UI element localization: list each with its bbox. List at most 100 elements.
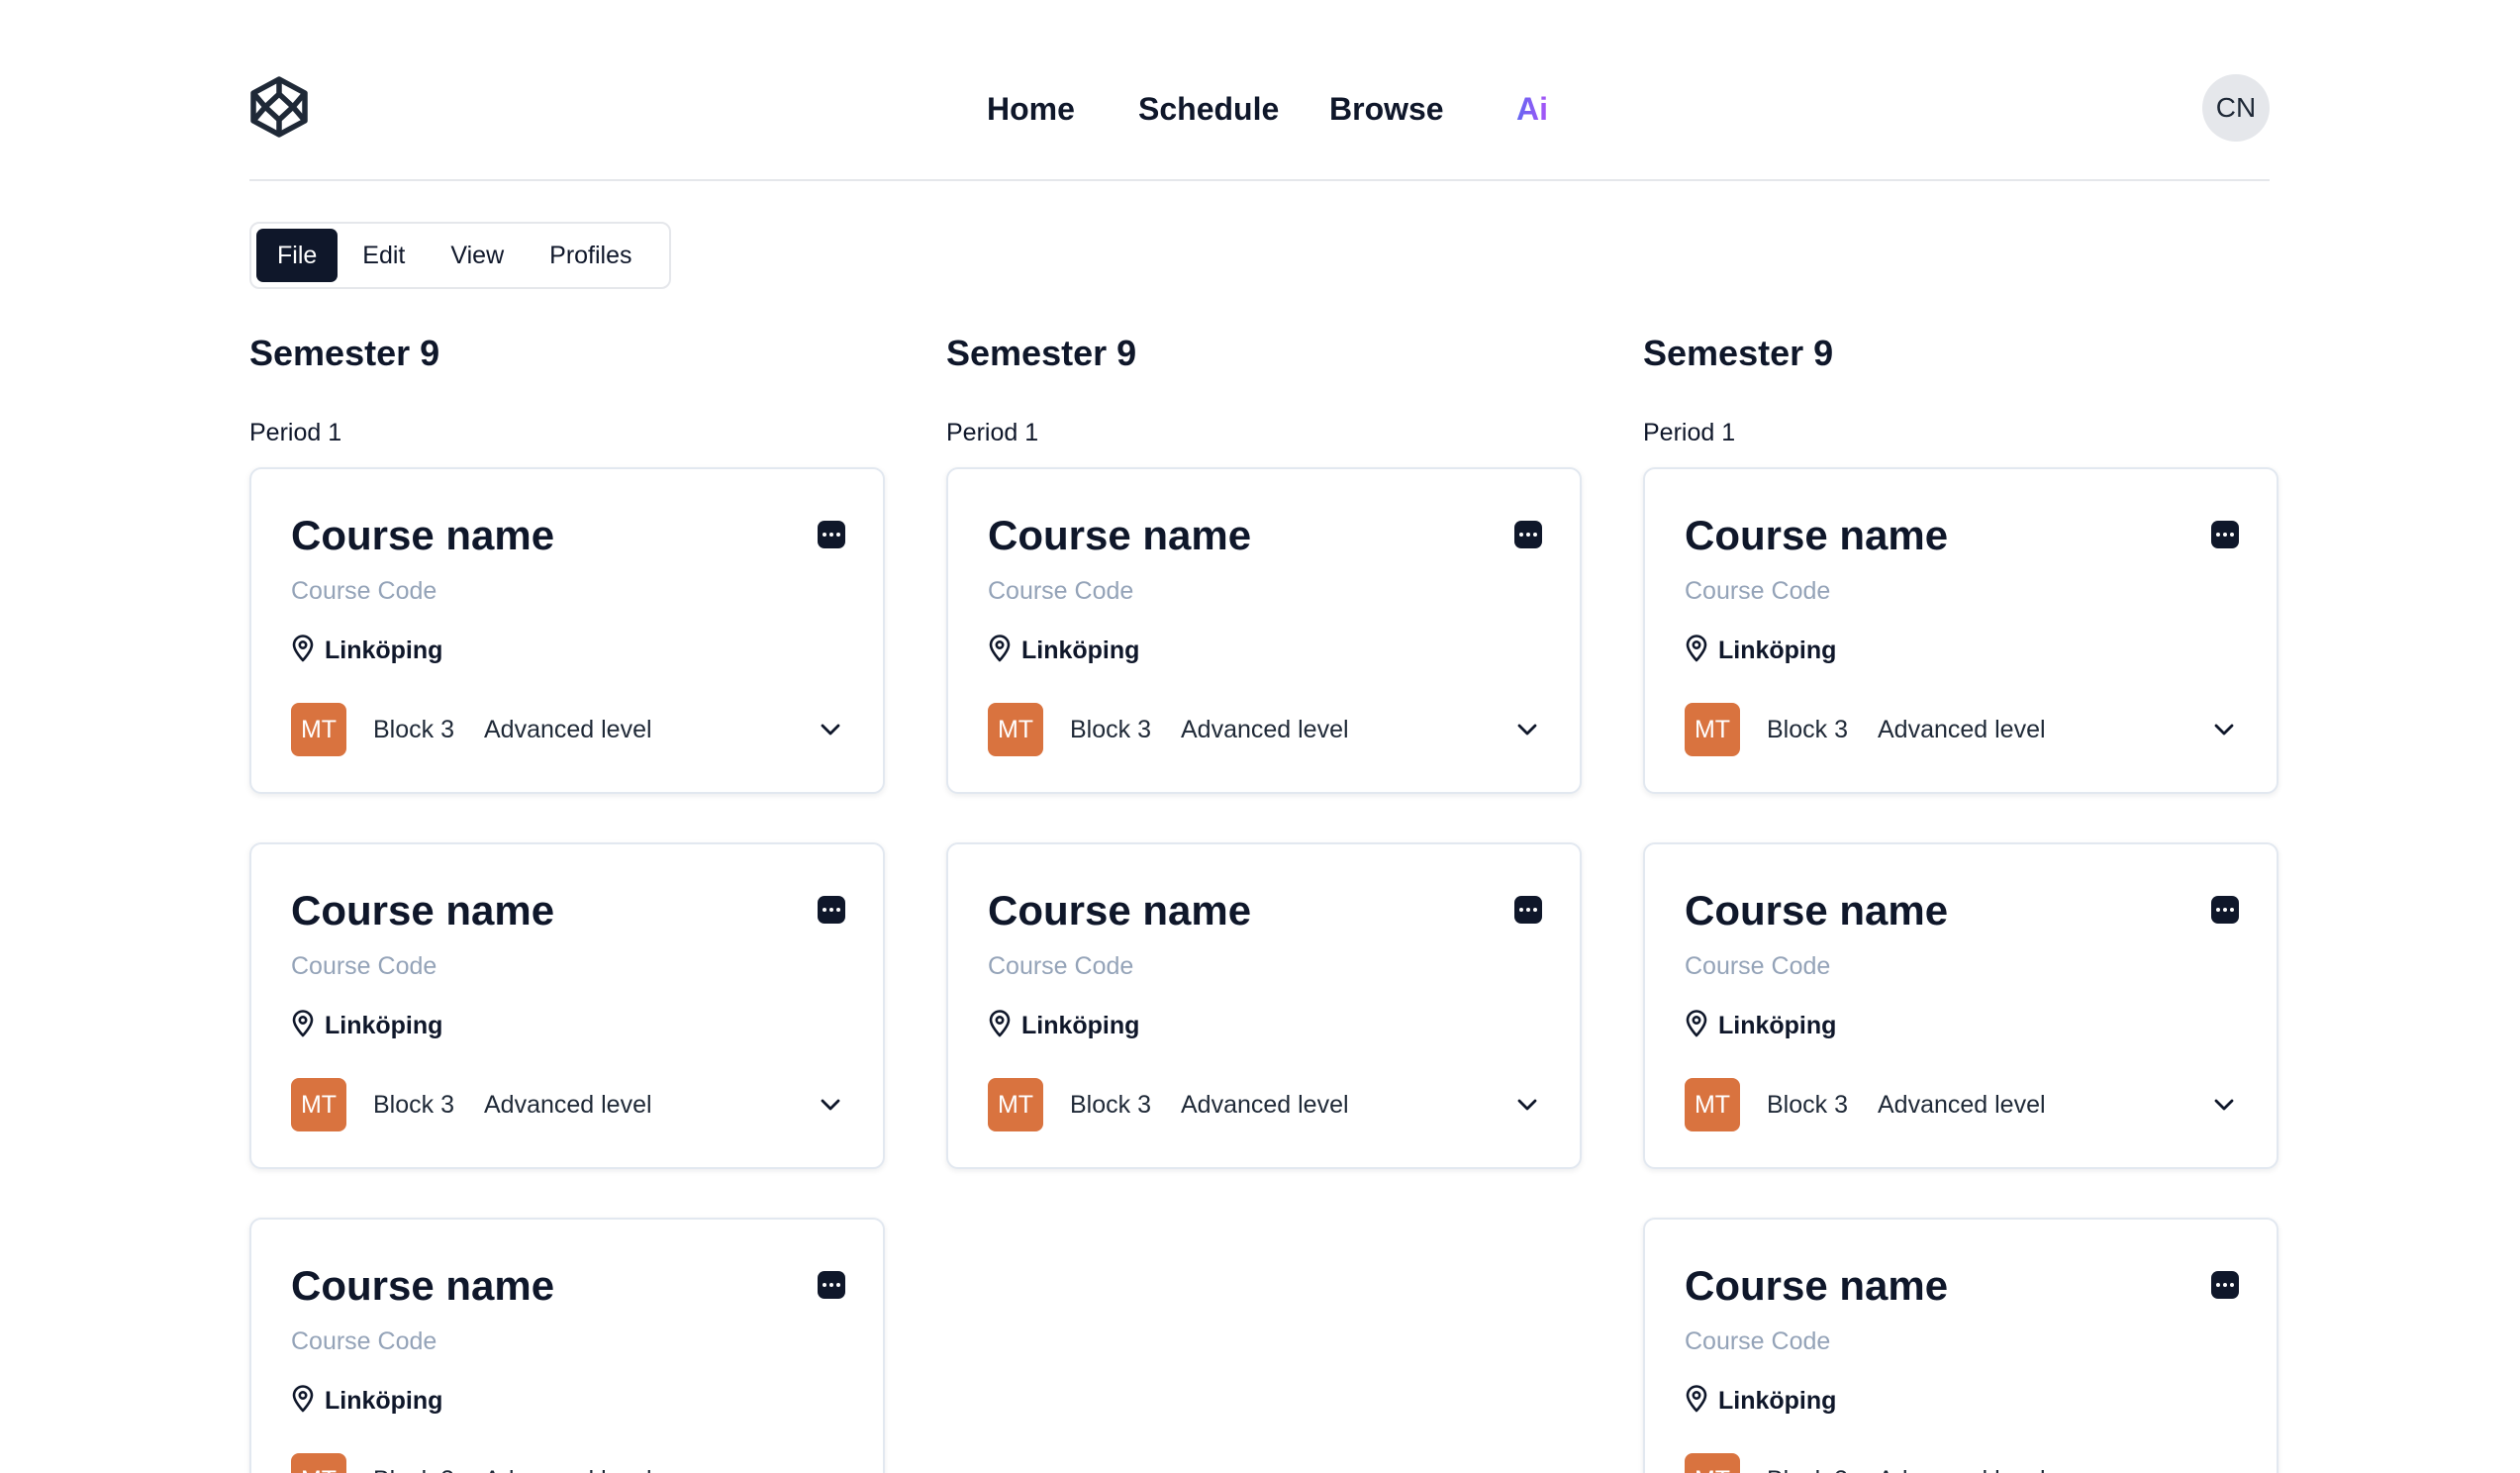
more-horizontal-icon[interactable] <box>1514 521 1542 548</box>
more-horizontal-icon[interactable] <box>2211 896 2239 924</box>
location-label: Linköping <box>1718 1386 1837 1415</box>
course-meta-row: MT Block 3 Advanced level <box>1685 1453 2239 1473</box>
chevron-down-icon[interactable] <box>816 1465 845 1473</box>
course-card-list: Course name Course Code Linköping MT Block 3… <box>1643 467 2278 1473</box>
course-meta-row: MT Block 3 Advanced level <box>291 703 845 756</box>
course-card[interactable]: Course name Course Code Linköping MT Block 3… <box>946 467 1582 794</box>
chevron-down-icon[interactable] <box>816 715 845 744</box>
page: Home Schedule Browse Ai CN File Edit Vie… <box>0 0 2520 1473</box>
block-label: Block 3 <box>1070 715 1151 743</box>
course-meta-row: MT Block 3 Advanced level <box>291 1078 845 1131</box>
top-header: Home Schedule Browse Ai CN <box>249 0 2270 181</box>
more-horizontal-icon[interactable] <box>818 1271 845 1299</box>
level-label: Advanced level <box>1878 1466 2046 1473</box>
nav-ai[interactable]: Ai <box>1516 89 1548 129</box>
block-label: Block 3 <box>1070 1090 1151 1119</box>
block-label: Block 3 <box>373 1466 454 1473</box>
course-meta-row: MT Block 3 Advanced level <box>988 1078 1542 1131</box>
course-badge: MT <box>291 703 346 756</box>
course-card-list: Course name Course Code Linköping MT Block 3… <box>249 467 885 1473</box>
period-label: Period 1 <box>1643 419 1736 446</box>
block-label: Block 3 <box>1767 1090 1848 1119</box>
course-code: Course Code <box>1685 577 1831 605</box>
course-badge: MT <box>1685 1078 1740 1131</box>
menubar: File Edit View Profiles <box>249 222 671 289</box>
level-label: Advanced level <box>1877 715 2046 743</box>
location-label: Linköping <box>1718 636 1837 664</box>
semester-title: Semester 9 <box>1643 333 1834 373</box>
chevron-down-icon[interactable] <box>2209 1465 2239 1473</box>
more-horizontal-icon[interactable] <box>818 896 845 924</box>
course-location: Linköping <box>1685 1384 1837 1418</box>
course-badge: MT <box>988 1078 1043 1131</box>
course-card[interactable]: Course name Course Code Linköping MT Block 3… <box>1643 467 2278 794</box>
course-card[interactable]: Course name Course Code Linköping MT Block 3… <box>1643 842 2278 1169</box>
course-title: Course name <box>291 1262 555 1309</box>
chevron-down-icon[interactable] <box>1512 1090 1542 1120</box>
location-label: Linköping <box>1021 636 1140 664</box>
level-label: Advanced level <box>484 1466 652 1473</box>
course-badge: MT <box>1685 1453 1740 1473</box>
location-label: Linköping <box>1021 1011 1140 1039</box>
course-badge: MT <box>988 703 1043 756</box>
course-location: Linköping <box>1685 1009 1837 1042</box>
chevron-down-icon[interactable] <box>2209 715 2239 744</box>
chevron-down-icon[interactable] <box>2209 1090 2239 1120</box>
course-card-list: Course name Course Code Linköping MT Block 3… <box>946 467 1582 1169</box>
menu-view[interactable]: View <box>430 229 525 282</box>
course-card[interactable]: Course name Course Code Linköping MT Block 3… <box>249 842 885 1169</box>
block-label: Block 3 <box>1767 1466 1848 1473</box>
more-horizontal-icon[interactable] <box>2211 521 2239 548</box>
location-label: Linköping <box>1718 1011 1837 1039</box>
level-label: Advanced level <box>1180 1090 1349 1119</box>
nav-browse[interactable]: Browse <box>1329 89 1444 129</box>
nav-home[interactable]: Home <box>987 89 1075 129</box>
period-label: Period 1 <box>249 419 342 446</box>
chevron-down-icon[interactable] <box>816 1090 845 1120</box>
map-pin-icon <box>988 634 1012 667</box>
block-label: Block 3 <box>373 715 454 743</box>
more-horizontal-icon[interactable] <box>818 521 845 548</box>
course-card[interactable]: Course name Course Code Linköping MT Block 3… <box>946 842 1582 1169</box>
level-label: Advanced level <box>1180 715 1349 743</box>
course-badge: MT <box>291 1453 346 1473</box>
course-title: Course name <box>1685 887 1949 933</box>
course-location: Linköping <box>291 1009 443 1042</box>
map-pin-icon <box>291 1384 315 1418</box>
course-meta-row: MT Block 3 Advanced level <box>988 703 1542 756</box>
course-code: Course Code <box>291 1327 437 1355</box>
more-horizontal-icon[interactable] <box>1514 896 1542 924</box>
location-label: Linköping <box>325 636 443 664</box>
course-code: Course Code <box>988 952 1134 980</box>
more-horizontal-icon[interactable] <box>2211 1271 2239 1299</box>
semester-column: Semester 9 Period 1 Course name Course Code… <box>1643 333 2278 1473</box>
course-code: Course Code <box>1685 1327 1831 1355</box>
course-card[interactable]: Course name Course Code Linköping MT Block 3… <box>249 467 885 794</box>
location-label: Linköping <box>325 1011 443 1039</box>
course-card[interactable]: Course name Course Code Linköping MT Block 3… <box>249 1218 885 1473</box>
course-title: Course name <box>1685 1262 1949 1309</box>
menu-edit[interactable]: Edit <box>341 229 426 282</box>
course-location: Linköping <box>1685 634 1837 665</box>
map-pin-icon <box>291 1009 315 1042</box>
course-title: Course name <box>988 512 1252 558</box>
menu-profiles[interactable]: Profiles <box>529 229 652 282</box>
course-meta-row: MT Block 3 Advanced level <box>291 1453 845 1473</box>
map-pin-icon <box>1685 1384 1708 1418</box>
level-label: Advanced level <box>483 715 652 743</box>
course-card[interactable]: Course name Course Code Linköping MT Block 3… <box>1643 1218 2278 1473</box>
course-code: Course Code <box>291 952 437 980</box>
menu-file[interactable]: File <box>256 229 339 282</box>
main-nav: Home Schedule Browse Ai <box>249 89 2270 129</box>
course-location: Linköping <box>988 1009 1140 1042</box>
semester-column: Semester 9 Period 1 Course name Course Code… <box>946 333 1582 1169</box>
course-code: Course Code <box>291 577 437 605</box>
semester-title: Semester 9 <box>946 333 1137 373</box>
nav-schedule[interactable]: Schedule <box>1138 89 1279 129</box>
map-pin-icon <box>988 1009 1012 1042</box>
course-badge: MT <box>291 1078 346 1131</box>
chevron-down-icon[interactable] <box>1512 715 1542 744</box>
user-avatar[interactable]: CN <box>2202 74 2270 142</box>
map-pin-icon <box>1685 1009 1708 1042</box>
course-badge: MT <box>1685 703 1740 756</box>
